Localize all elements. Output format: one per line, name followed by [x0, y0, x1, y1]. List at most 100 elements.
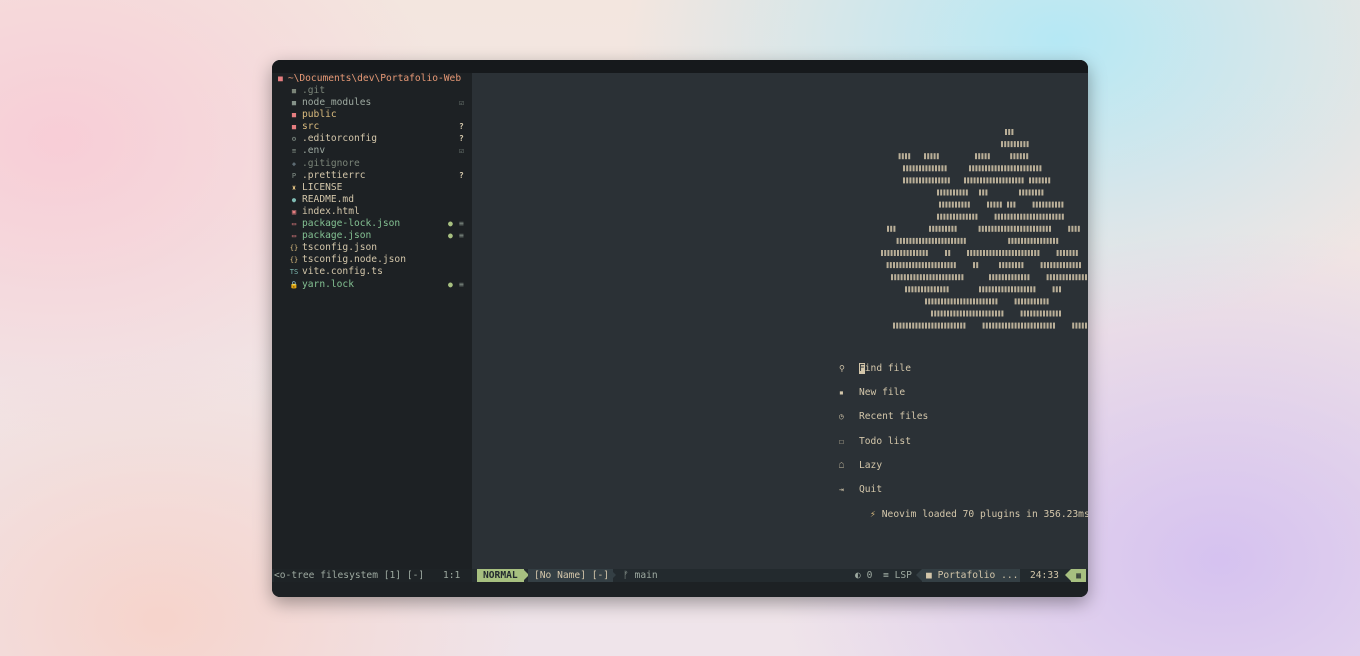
tree-item[interactable]: TS vite.config.ts: [272, 266, 472, 278]
git-status-badge: ?: [459, 122, 464, 132]
tree-item[interactable]: P .prettierrc?: [272, 170, 472, 182]
tree-item[interactable]: ≡ .env ☑: [272, 145, 472, 157]
git-status-badge: ?: [459, 170, 464, 180]
tree-item-label: LICENSE: [302, 181, 343, 193]
lightning-icon: ⚡: [870, 509, 876, 520]
git-branch-label: main: [634, 570, 658, 581]
folder-icon: ■: [291, 87, 297, 95]
recent-files-icon: ◷: [839, 412, 844, 422]
git-status-dot: ●: [448, 279, 453, 289]
explorer-statusline: <o-tree filesystem [1] [-] 1:1: [274, 569, 472, 582]
terminal-window: ■ ~\Documents\dev\Portafolio-Web ■ .git ■ no…: [272, 60, 1088, 597]
tree-item-label: index.html: [302, 205, 360, 217]
dashboard-item[interactable]: ⇥Quitq: [839, 484, 1088, 508]
tree-item-label: README.md: [302, 193, 354, 205]
git-branch-icon: ᚠ: [623, 570, 635, 581]
tree-item-label: src: [302, 121, 320, 133]
tree-item-label: .editorconfig: [302, 133, 378, 145]
dashboard: ⚲Find filef▪New filen◷Recent filesr☐Todo…: [474, 73, 1088, 569]
statusline: <o-tree filesystem [1] [-] 1:1 NORMAL [N…: [272, 569, 1088, 582]
lsp-status: ≡ LSP: [883, 569, 912, 582]
license-icon: ♜: [291, 183, 297, 192]
command-line[interactable]: [272, 582, 1088, 597]
dashboard-menu: ⚲Find filef▪New filen◷Recent filesr☐Todo…: [839, 363, 1088, 508]
dashboard-item[interactable]: ◷Recent filesr: [839, 411, 1088, 435]
git-status-badge: ≡: [459, 231, 464, 241]
npm-icon: ▭: [291, 232, 297, 241]
git-status-badge: ≡: [459, 219, 464, 229]
tree-item-label: .gitignore: [302, 157, 360, 169]
lock-icon: 🔒: [289, 280, 299, 289]
tree-item[interactable]: ♜ LICENSE: [272, 182, 472, 194]
info-icon: ●: [291, 195, 297, 204]
tree-item[interactable]: {} tsconfig.node.json: [272, 254, 472, 266]
buffer-separator: [610, 569, 616, 581]
lazy-icon: ☖: [839, 460, 844, 470]
tree-item[interactable]: ▭ package.json ● ≡: [272, 230, 472, 242]
tree-item[interactable]: ▭ package-lock.json ● ≡: [272, 218, 472, 230]
dashboard-item-label: New file: [859, 387, 905, 399]
tree-item[interactable]: ▣ index.html: [272, 206, 472, 218]
buffer-name: [No Name] [-]: [528, 569, 614, 582]
project-label: Portafolio ...: [937, 570, 1019, 581]
mode-indicator: NORMAL: [477, 569, 524, 582]
dashboard-item-label: Todo list: [859, 436, 911, 448]
quit-icon: ⇥: [839, 484, 844, 494]
grid-icon: ▦: [1071, 569, 1086, 582]
git-status-badge: ☑: [459, 98, 464, 108]
tree-item-label: tsconfig.node.json: [302, 254, 406, 266]
dashboard-item-label: Recent files: [859, 411, 928, 423]
tree-item[interactable]: ● README.md: [272, 194, 472, 206]
project-name: ■ Portafolio ...: [922, 569, 1020, 582]
project-folder-icon: ■: [926, 570, 938, 581]
git-status-badge: ≡: [459, 279, 464, 289]
folder-icon: ■: [291, 111, 297, 120]
tree-item[interactable]: ⚙ .editorconfig?: [272, 133, 472, 145]
dashboard-item[interactable]: ▪New filen: [839, 387, 1088, 411]
folder-open-icon: ■: [278, 74, 283, 83]
tree-item-label: vite.config.ts: [302, 266, 383, 278]
dashboard-item[interactable]: ⚲Find filef: [839, 363, 1088, 387]
tree-item[interactable]: 🔒 yarn.lock ● ≡: [272, 279, 472, 291]
dashboard-item[interactable]: ☐Todo listg: [839, 436, 1088, 460]
cursor-position: 24:33: [1030, 570, 1059, 581]
typescript-icon: TS: [289, 268, 299, 277]
tree-item-label: tsconfig.json: [302, 242, 378, 254]
root-path-label: ~\Documents\dev\Portafolio-Web: [287, 73, 462, 84]
tree-item[interactable]: ◆ .gitignore: [272, 158, 472, 170]
git-status-dot: ●: [448, 219, 453, 229]
json-icon: {}: [289, 256, 299, 265]
tree-item-label: package-lock.json: [302, 218, 401, 230]
tree-item[interactable]: ■ src?: [272, 121, 472, 133]
dashboard-item-label: Find file: [859, 363, 911, 375]
startup-text: Neovim loaded 70 plugins in 356.23ms: [881, 509, 1088, 520]
explorer-status-text: <o-tree filesystem [1] [-]: [274, 570, 425, 581]
prettier-icon: P: [291, 171, 297, 180]
git-status-badge: ?: [459, 134, 464, 144]
html-icon: ▣: [291, 207, 297, 216]
git-status-badge: ☑: [459, 146, 464, 156]
dashboard-item-text: Todo list: [859, 435, 911, 447]
diagnostics-icon: ◐: [855, 570, 867, 581]
dashboard-item-text: ind file: [864, 363, 911, 374]
new-file-icon: ▪: [839, 388, 844, 398]
tree-item[interactable]: {} tsconfig.json: [272, 242, 472, 254]
dashboard-item-label: Lazy: [859, 460, 882, 472]
tree-item-label: package.json: [302, 230, 372, 242]
window-titlebar: [272, 60, 1088, 73]
dashboard-item[interactable]: ☖Lazyl: [839, 460, 1088, 484]
git-icon: ◆: [291, 159, 297, 168]
file-explorer[interactable]: ■ ~\Documents\dev\Portafolio-Web ■ .git ■ no…: [272, 73, 474, 569]
tree-item[interactable]: ■ node_modules ☑: [272, 97, 472, 109]
diagnostics-count: 0: [866, 570, 873, 581]
tree-item[interactable]: ■ public: [272, 109, 472, 121]
startup-stats: ⚡ Neovim loaded 70 plugins in 356.23ms: [870, 509, 1088, 520]
tree-item[interactable]: ■ .git: [272, 85, 472, 97]
tree-item-label: .git: [302, 85, 326, 96]
ascii-logo: [881, 129, 1087, 329]
lsp-label: LSP: [894, 570, 912, 581]
npm-icon: ▭: [291, 220, 297, 229]
diagnostics: ◐ 0: [855, 569, 872, 582]
folder-icon: ■: [291, 99, 297, 108]
tree-root-path[interactable]: ■ ~\Documents\dev\Portafolio-Web: [278, 73, 466, 85]
